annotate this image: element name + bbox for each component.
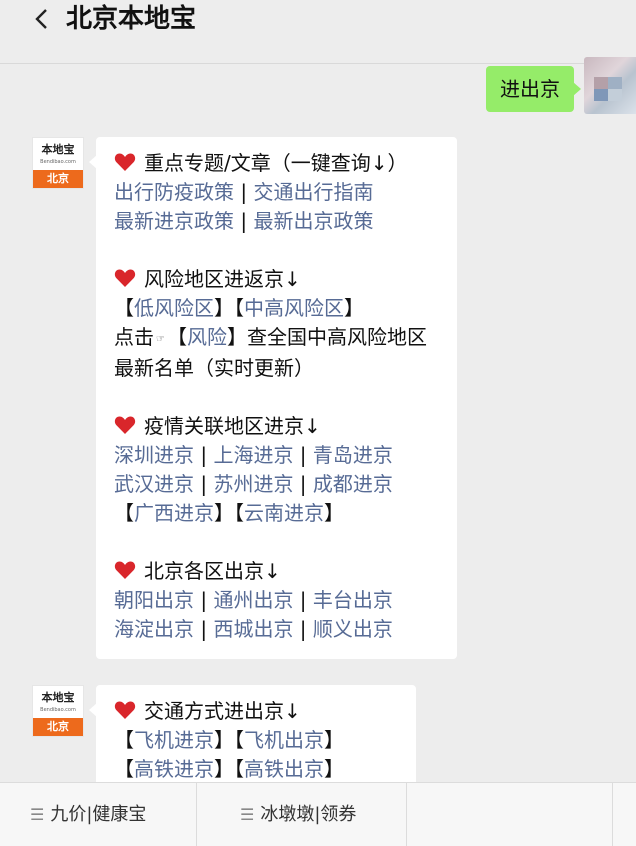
avatar-url: Bendibao.com bbox=[40, 159, 76, 165]
heart-icon bbox=[114, 415, 136, 435]
link-shunyi[interactable]: 顺义出京 bbox=[313, 617, 393, 641]
chat-title: 北京本地宝 bbox=[66, 4, 197, 34]
link-travel-guide[interactable]: 交通出行指南 bbox=[253, 180, 373, 204]
avatar-brand: 本地宝 bbox=[41, 143, 75, 156]
bot-avatar[interactable]: 本地宝 Bendibao.com 北京 bbox=[32, 685, 84, 737]
section-heading: 疫情关联地区进京↓ bbox=[114, 412, 439, 441]
link-plane-enter[interactable]: 飞机进京 bbox=[134, 728, 214, 752]
tab-divider bbox=[406, 783, 407, 846]
heart-icon bbox=[114, 700, 136, 720]
bottom-menu-bar: ☰ 九价|健康宝 ☰ 冰墩墩|领券 bbox=[0, 782, 636, 846]
bot-message-bubble: 交通方式进出京↓ 【飞机进京】【飞机出京】 【高铁进京】【高铁出京】 bbox=[89, 685, 416, 795]
tab-divider bbox=[196, 783, 197, 846]
avatar-brand: 本地宝 bbox=[41, 691, 75, 704]
avatar-logo: 本地宝 Bendibao.com bbox=[33, 686, 83, 718]
link-low-risk[interactable]: 低风险区 bbox=[134, 296, 214, 320]
heart-icon bbox=[114, 152, 136, 172]
section-heading: 交通方式进出京↓ bbox=[114, 697, 398, 726]
link-wuhan[interactable]: 武汉进京 bbox=[114, 472, 194, 496]
link-enter-policy[interactable]: 最新进京政策 bbox=[114, 209, 234, 233]
link-guangxi[interactable]: 广西进京 bbox=[134, 501, 214, 525]
link-train-exit[interactable]: 高铁出京 bbox=[244, 757, 324, 781]
heart-icon bbox=[114, 268, 136, 288]
avatar-logo: 本地宝 Bendibao.com bbox=[33, 138, 83, 170]
user-avatar[interactable] bbox=[584, 57, 636, 114]
link-train-enter[interactable]: 高铁进京 bbox=[134, 757, 214, 781]
link-risk[interactable]: 风险 bbox=[187, 325, 227, 349]
link-suzhou[interactable]: 苏州进京 bbox=[213, 472, 293, 496]
chat-header: 北京本地宝 bbox=[0, 0, 636, 64]
link-shanghai[interactable]: 上海进京 bbox=[213, 443, 293, 467]
link-exit-policy[interactable]: 最新出京政策 bbox=[253, 209, 373, 233]
link-mid-high-risk[interactable]: 中高风险区 bbox=[244, 296, 344, 320]
bot-avatar[interactable]: 本地宝 Bendibao.com 北京 bbox=[32, 137, 84, 189]
link-travel-policy[interactable]: 出行防疫政策 bbox=[114, 180, 234, 204]
bot-message-bubble: 重点专题/文章（一键查询↓） 出行防疫政策 | 交通出行指南 最新进京政策 | … bbox=[89, 137, 457, 659]
link-fengtai[interactable]: 丰台出京 bbox=[313, 588, 393, 612]
avatar-url: Bendibao.com bbox=[40, 707, 76, 713]
link-yunnan[interactable]: 云南进京 bbox=[244, 501, 324, 525]
menu-icon: ☰ bbox=[240, 805, 255, 824]
link-chengdu[interactable]: 成都进京 bbox=[313, 472, 393, 496]
link-shenzhen[interactable]: 深圳进京 bbox=[114, 443, 194, 467]
link-haidian[interactable]: 海淀出京 bbox=[114, 617, 194, 641]
tab-divider bbox=[612, 783, 613, 846]
menu-icon: ☰ bbox=[30, 805, 45, 824]
heart-icon bbox=[114, 560, 136, 580]
user-message-bubble[interactable]: 进出京 bbox=[486, 66, 581, 112]
link-chaoyang[interactable]: 朝阳出京 bbox=[114, 588, 194, 612]
link-plane-exit[interactable]: 飞机出京 bbox=[244, 728, 324, 752]
link-qingdao[interactable]: 青岛进京 bbox=[313, 443, 393, 467]
section-heading: 北京各区出京↓ bbox=[114, 557, 439, 586]
menu-tab-coupon[interactable]: ☰ 冰墩墩|领券 bbox=[240, 783, 356, 846]
section-heading: 重点专题/文章（一键查询↓） bbox=[114, 149, 439, 178]
hand-pointer-icon: ☞ bbox=[156, 334, 165, 345]
section-heading: 风险地区进返京↓ bbox=[114, 265, 439, 294]
back-arrow-icon[interactable] bbox=[30, 6, 56, 32]
avatar-city: 北京 bbox=[33, 718, 83, 736]
link-tongzhou[interactable]: 通州出京 bbox=[213, 588, 293, 612]
link-xicheng[interactable]: 西城出京 bbox=[213, 617, 293, 641]
menu-tab-health[interactable]: ☰ 九价|健康宝 bbox=[30, 783, 146, 846]
avatar-city: 北京 bbox=[33, 170, 83, 188]
